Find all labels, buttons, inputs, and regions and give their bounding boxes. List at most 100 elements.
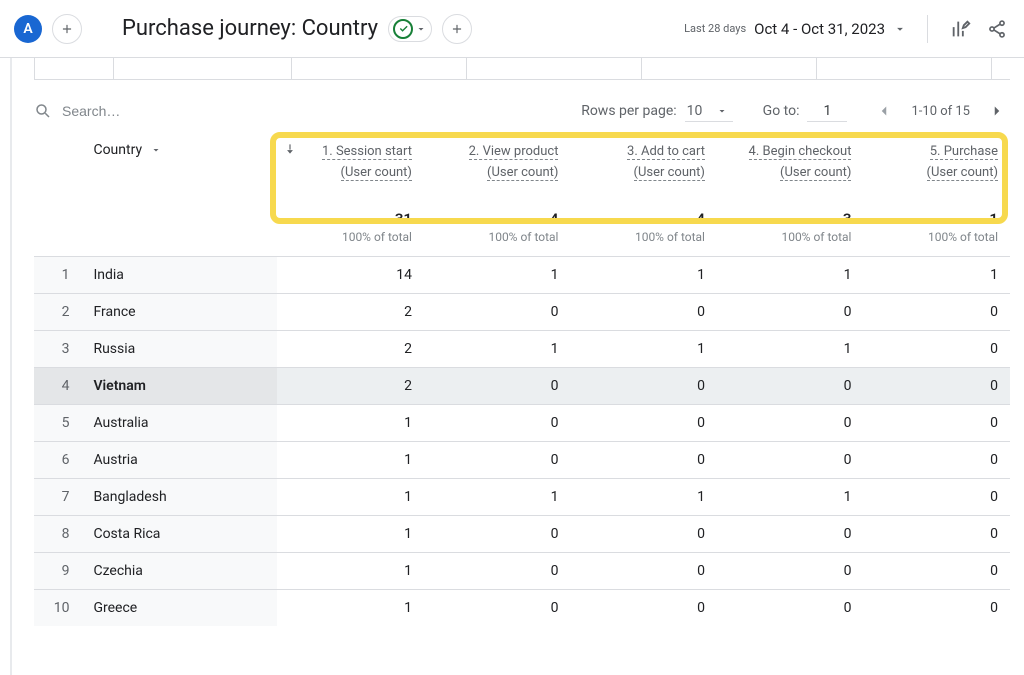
dimension-label: Country (93, 142, 142, 158)
table-row[interactable]: 9Czechia10000 (34, 552, 1010, 589)
search-icon (34, 102, 52, 120)
table-row[interactable]: 3Russia21110 (34, 330, 1010, 367)
row-metric: 1 (424, 256, 571, 293)
share-button[interactable] (984, 16, 1010, 42)
customize-report-button[interactable] (948, 16, 974, 42)
row-dimension: Vietnam (81, 367, 277, 404)
chevron-right-icon (988, 102, 1006, 120)
row-metric: 0 (570, 515, 717, 552)
rows-per-page-label: Rows per page: (581, 103, 676, 119)
data-table: Country 1. Session start (User count) 2.… (34, 132, 1010, 626)
search-field[interactable] (34, 102, 294, 121)
go-to-input[interactable]: 1 (807, 101, 847, 122)
row-metric: 0 (424, 404, 571, 441)
row-index: 3 (34, 330, 81, 367)
table-row[interactable]: 7Bangladesh11110 (34, 478, 1010, 515)
add-comparison-button[interactable] (52, 14, 82, 44)
row-metric: 0 (424, 293, 571, 330)
row-metric: 1 (717, 478, 864, 515)
prev-page-button[interactable] (871, 98, 897, 124)
caret-down-icon (415, 23, 427, 35)
chevron-left-icon (875, 102, 893, 120)
table-row[interactable]: 4Vietnam20000 (34, 367, 1010, 404)
row-metric: 2 (277, 367, 424, 404)
row-metric: 0 (570, 589, 717, 626)
row-metric: 1 (717, 256, 864, 293)
row-dimension: Russia (81, 330, 277, 367)
row-metric: 1 (424, 330, 571, 367)
row-metric: 1 (277, 515, 424, 552)
row-metric: 1 (570, 478, 717, 515)
plus-icon (450, 22, 464, 36)
row-metric: 0 (863, 330, 1010, 367)
column-header-add-to-cart[interactable]: 3. Add to cart (User count) (570, 132, 717, 194)
row-metric: 0 (717, 441, 864, 478)
row-metric: 0 (717, 367, 864, 404)
row-metric: 14 (277, 256, 424, 293)
row-dimension: Bangladesh (81, 478, 277, 515)
column-header-purchase[interactable]: 5. Purchase (User count) (863, 132, 1010, 194)
row-index: 1 (34, 256, 81, 293)
sort-desc-icon (283, 142, 297, 156)
plus-icon (60, 22, 74, 36)
row-metric: 0 (863, 478, 1010, 515)
column-header-session-start[interactable]: 1. Session start (User count) (277, 132, 424, 194)
divider (927, 15, 928, 43)
dimension-picker[interactable]: Country (93, 142, 162, 158)
date-range-picker[interactable]: Last 28 days Oct 4 - Oct 31, 2023 (684, 20, 907, 38)
row-dimension: France (81, 293, 277, 330)
table-row[interactable]: 6Austria10000 (34, 441, 1010, 478)
row-metric: 1 (277, 552, 424, 589)
row-metric: 1 (570, 330, 717, 367)
date-range-label: Last 28 days (684, 22, 746, 35)
row-metric: 1 (277, 441, 424, 478)
caret-down-icon (150, 144, 162, 156)
add-card-button[interactable] (442, 14, 472, 44)
chart-edit-icon (950, 18, 972, 40)
row-metric: 2 (277, 293, 424, 330)
table-row[interactable]: 5Australia10000 (34, 404, 1010, 441)
row-metric: 0 (424, 515, 571, 552)
table-row[interactable]: 10Greece10000 (34, 589, 1010, 626)
caret-down-icon (716, 105, 728, 117)
row-metric: 1 (277, 404, 424, 441)
row-metric: 0 (863, 367, 1010, 404)
row-metric: 0 (863, 441, 1010, 478)
row-dimension: Czechia (81, 552, 277, 589)
row-metric: 0 (717, 293, 864, 330)
left-rail (10, 58, 12, 675)
share-icon (987, 19, 1007, 39)
row-metric: 1 (717, 330, 864, 367)
row-metric: 0 (570, 441, 717, 478)
row-metric: 1 (277, 478, 424, 515)
table-row[interactable]: 8Costa Rica10000 (34, 515, 1010, 552)
row-index: 6 (34, 441, 81, 478)
row-metric: 1 (424, 478, 571, 515)
rows-per-page-select[interactable]: 10 (685, 101, 733, 122)
row-metric: 0 (570, 367, 717, 404)
page-title: Purchase journey: Country (122, 16, 378, 41)
next-page-button[interactable] (984, 98, 1010, 124)
row-dimension: Costa Rica (81, 515, 277, 552)
row-index: 5 (34, 404, 81, 441)
avatar[interactable]: A (14, 15, 42, 43)
column-header-begin-checkout[interactable]: 4. Begin checkout (User count) (717, 132, 864, 194)
row-metric: 0 (570, 293, 717, 330)
row-metric: 0 (863, 589, 1010, 626)
search-input[interactable] (60, 102, 260, 120)
row-dimension: Austria (81, 441, 277, 478)
column-header-view-product[interactable]: 2. View product (User count) (424, 132, 571, 194)
row-metric: 0 (717, 589, 864, 626)
row-metric: 0 (570, 404, 717, 441)
row-metric: 0 (570, 552, 717, 589)
row-metric: 0 (863, 552, 1010, 589)
rows-per-page-value: 10 (687, 103, 703, 119)
table-row[interactable]: 1India141111 (34, 256, 1010, 293)
row-metric: 0 (424, 589, 571, 626)
checkmark-icon (393, 19, 413, 39)
row-index: 7 (34, 478, 81, 515)
status-chip[interactable] (388, 16, 432, 42)
row-index: 2 (34, 293, 81, 330)
row-metric: 0 (863, 293, 1010, 330)
table-row[interactable]: 2France20000 (34, 293, 1010, 330)
